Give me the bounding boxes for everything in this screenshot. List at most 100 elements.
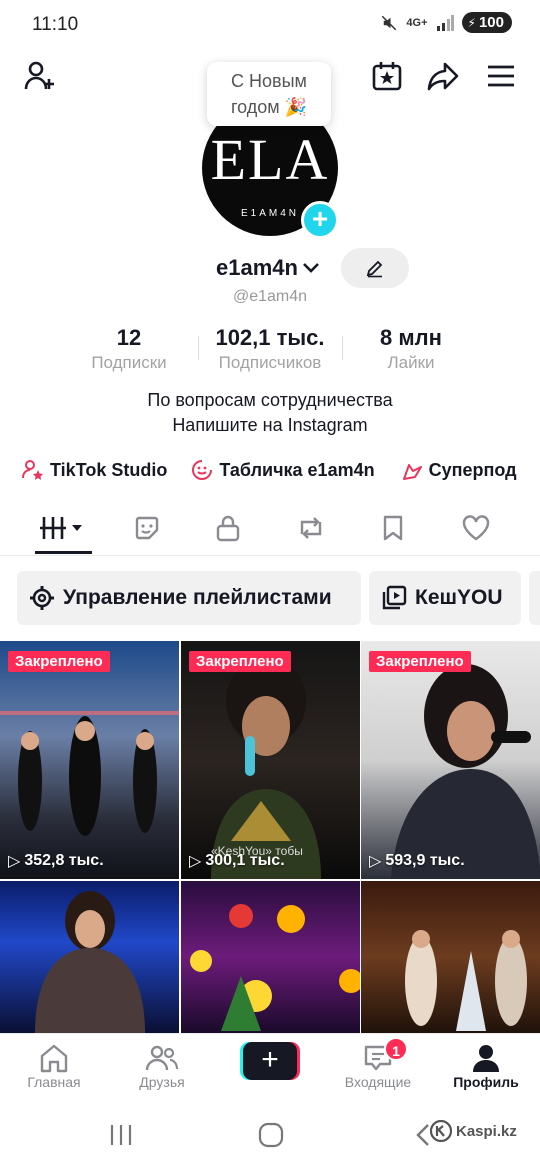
thumbnail-image bbox=[405, 930, 527, 1031]
video-thumbnail[interactable]: Закреплено ▷ 593,9 тыс. bbox=[361, 641, 540, 879]
play-icon: ▷ bbox=[189, 853, 202, 870]
stats-divider bbox=[198, 336, 199, 360]
followers-stat[interactable]: 102,1 тыс. Подписчиков bbox=[200, 325, 340, 373]
share-button[interactable] bbox=[423, 56, 463, 96]
tooltip-line-2: годом 🎉 bbox=[230, 97, 308, 117]
play-icon: ▷ bbox=[8, 853, 21, 870]
leaf-icon: ⚡ bbox=[467, 15, 476, 30]
bookmark-icon bbox=[383, 515, 403, 541]
watermark: Kaspi.kz bbox=[430, 1120, 517, 1142]
manage-playlists-chip[interactable]: Управление плейлистами bbox=[17, 571, 361, 625]
heart-icon bbox=[462, 515, 490, 541]
bottom-nav: Главная Друзья + Входящие Профиль bbox=[0, 1033, 540, 1105]
create-button[interactable]: + bbox=[240, 1042, 300, 1080]
video-thumbnail[interactable]: Закреплено «KeshYou» тобы ▷ 300,1 тыс. bbox=[181, 641, 360, 879]
followers-label: Подписчиков bbox=[218, 353, 322, 372]
bio-line-1: По вопросам сотрудничества bbox=[147, 390, 393, 410]
nav-label: Главная bbox=[27, 1074, 81, 1090]
battery-level: 100 bbox=[478, 14, 504, 31]
hearts-icon bbox=[402, 464, 422, 480]
view-count: 300,1 тыс. bbox=[205, 852, 285, 869]
video-thumbnail[interactable] bbox=[0, 881, 179, 1033]
add-friend-button[interactable] bbox=[20, 56, 60, 96]
calendar-star-icon bbox=[372, 62, 402, 91]
thumbnail-image bbox=[391, 664, 540, 879]
video-grid: Закреплено ▷ 352,8 тыс. Закреплено «KeshY… bbox=[0, 641, 540, 1033]
profile-icon bbox=[473, 1045, 499, 1072]
pinned-badge: Закреплено bbox=[8, 651, 110, 672]
playlist-chips: Управление плейлистами КешYOU bbox=[17, 571, 540, 625]
tabs-divider bbox=[0, 555, 540, 556]
username-switcher[interactable]: e1am4n bbox=[216, 255, 320, 281]
link-label: Табличка e1am4n bbox=[219, 459, 375, 480]
plus-icon: + bbox=[243, 1042, 297, 1080]
home-system-button[interactable] bbox=[258, 1122, 284, 1148]
recent-apps-button[interactable] bbox=[108, 1123, 134, 1147]
home-icon bbox=[40, 1044, 68, 1073]
stats-divider bbox=[342, 336, 343, 360]
network-label: 4G+ bbox=[406, 16, 428, 29]
nav-friends[interactable]: Друзья bbox=[112, 1042, 212, 1090]
username: e1am4n bbox=[216, 255, 298, 280]
share-icon bbox=[427, 62, 459, 91]
likes-stat[interactable]: 8 млн Лайки bbox=[352, 325, 470, 373]
nav-inbox[interactable]: Входящие bbox=[328, 1042, 428, 1090]
following-label: Подписки bbox=[91, 353, 167, 372]
new-year-tooltip[interactable]: С Новым годом 🎉 bbox=[207, 62, 331, 126]
watermark-text: Kaspi.kz bbox=[456, 1122, 517, 1140]
friends-icon bbox=[145, 1045, 179, 1071]
inbox-badge: 1 bbox=[384, 1037, 408, 1061]
thumbnail-image bbox=[190, 904, 360, 1031]
tab-videos[interactable] bbox=[33, 505, 93, 551]
following-count: 12 bbox=[116, 325, 142, 350]
battery-indicator: ⚡ 100 bbox=[461, 12, 512, 33]
more-chip[interactable] bbox=[529, 571, 540, 625]
link-label: Суперпод bbox=[428, 459, 517, 480]
chip-label: КешYOU bbox=[415, 586, 503, 609]
thumbnail-image bbox=[0, 711, 179, 836]
plus-icon: + bbox=[311, 203, 329, 234]
tab-private[interactable] bbox=[198, 505, 258, 551]
tab-stickers[interactable] bbox=[117, 505, 177, 551]
grid-bars-icon bbox=[40, 517, 82, 539]
following-stat[interactable]: 12 Подписки bbox=[70, 325, 188, 373]
video-thumbnail[interactable]: Закреплено ▷ 352,8 тыс. bbox=[0, 641, 179, 879]
content-tabs bbox=[0, 505, 540, 555]
nav-profile[interactable]: Профиль bbox=[436, 1042, 536, 1090]
pinned-badge: Закреплено bbox=[369, 651, 471, 672]
tab-favorites[interactable] bbox=[363, 505, 423, 551]
edit-profile-button[interactable] bbox=[341, 248, 409, 288]
likes-count: 8 млн bbox=[380, 325, 442, 350]
menu-button[interactable] bbox=[481, 56, 521, 96]
user-handle: @e1am4n bbox=[232, 288, 308, 305]
add-story-button[interactable]: + bbox=[301, 201, 339, 239]
profile-links: TikTok Studio Табличка e1am4n Суперпод bbox=[22, 455, 540, 485]
link-sticker[interactable]: Табличка e1am4n bbox=[191, 455, 375, 485]
link-label: TikTok Studio bbox=[50, 459, 168, 480]
nav-label: Входящие bbox=[344, 1074, 412, 1090]
nav-home[interactable]: Главная bbox=[4, 1042, 104, 1090]
link-super[interactable]: Суперпод bbox=[399, 455, 517, 485]
playlist-keshyou-chip[interactable]: КешYOU bbox=[369, 571, 521, 625]
view-count: 593,9 тыс. bbox=[385, 852, 465, 869]
status-time: 11:10 bbox=[32, 14, 79, 35]
playlist-icon bbox=[382, 585, 407, 610]
calendar-button[interactable] bbox=[367, 56, 407, 96]
chip-label: Управление плейлистами bbox=[63, 586, 332, 609]
tab-reposts[interactable] bbox=[281, 505, 341, 551]
bio-line-2: Напишите на Instagram bbox=[172, 415, 368, 435]
kaspi-logo-icon bbox=[430, 1120, 452, 1142]
profile-stats: 12 Подписки 102,1 тыс. Подписчиков 8 млн… bbox=[0, 325, 540, 375]
video-thumbnail[interactable] bbox=[361, 881, 540, 1033]
bio: По вопросам сотрудничества Напишите на I… bbox=[0, 388, 540, 438]
signal-icon bbox=[436, 14, 454, 31]
sticker-icon bbox=[135, 516, 159, 540]
likes-label: Лайки bbox=[387, 353, 435, 372]
tab-liked[interactable] bbox=[446, 505, 506, 551]
sticker-icon bbox=[192, 460, 213, 480]
video-thumbnail[interactable] bbox=[181, 881, 360, 1033]
nav-label: Друзья bbox=[139, 1074, 185, 1090]
link-tiktok-studio[interactable]: TikTok Studio bbox=[22, 455, 167, 485]
active-tab-indicator bbox=[35, 551, 92, 554]
mute-icon bbox=[382, 15, 397, 30]
